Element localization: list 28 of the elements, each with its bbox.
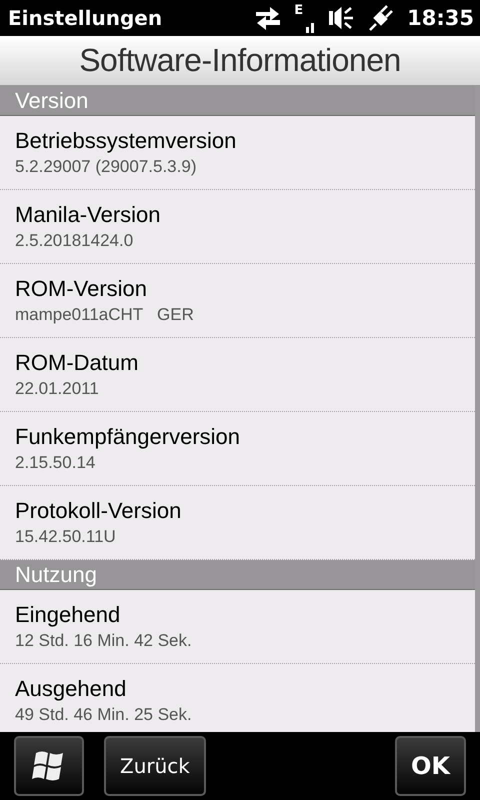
clock-time: 18:35 xyxy=(407,6,474,30)
power-plug-icon xyxy=(367,4,396,32)
info-value: 12 Std. 16 Min. 42 Sek. xyxy=(15,631,193,651)
info-label: Protokoll-Version xyxy=(15,498,182,524)
page-title: Software-Informationen xyxy=(79,42,401,79)
ok-button[interactable]: OK xyxy=(395,736,466,796)
info-label: Ausgehend xyxy=(15,676,128,702)
info-value: 5.2.29007 (29007.5.3.9) xyxy=(15,157,198,177)
back-button[interactable]: Zurück xyxy=(104,736,206,796)
app-title: Einstellungen xyxy=(8,6,164,30)
info-value: 2.15.50.14 xyxy=(15,453,96,473)
info-label: Eingehend xyxy=(15,602,122,628)
start-button[interactable] xyxy=(14,736,84,796)
network-type-label: E xyxy=(294,3,304,18)
info-label: ROM-Datum xyxy=(15,350,140,376)
info-value: 2.5.20181424.0 xyxy=(15,231,134,251)
info-value: 15.42.50.11U xyxy=(15,527,117,547)
info-value: mampe011aCHT GER xyxy=(15,305,195,325)
vibrate-speaker-icon xyxy=(327,4,356,32)
info-label: Funkempfängerversion xyxy=(15,424,242,450)
info-label: Betriebssystemversion xyxy=(15,128,238,154)
info-label: ROM-Version xyxy=(15,276,148,302)
info-value: 49 Std. 46 Min. 25 Sek. xyxy=(15,705,193,725)
section-title: Nutzung xyxy=(15,562,97,588)
section-title: Version xyxy=(15,88,88,114)
data-transfer-arrows-icon xyxy=(254,4,282,32)
info-value: 22.01.2011 xyxy=(15,379,100,399)
info-label: Manila-Version xyxy=(15,202,162,228)
